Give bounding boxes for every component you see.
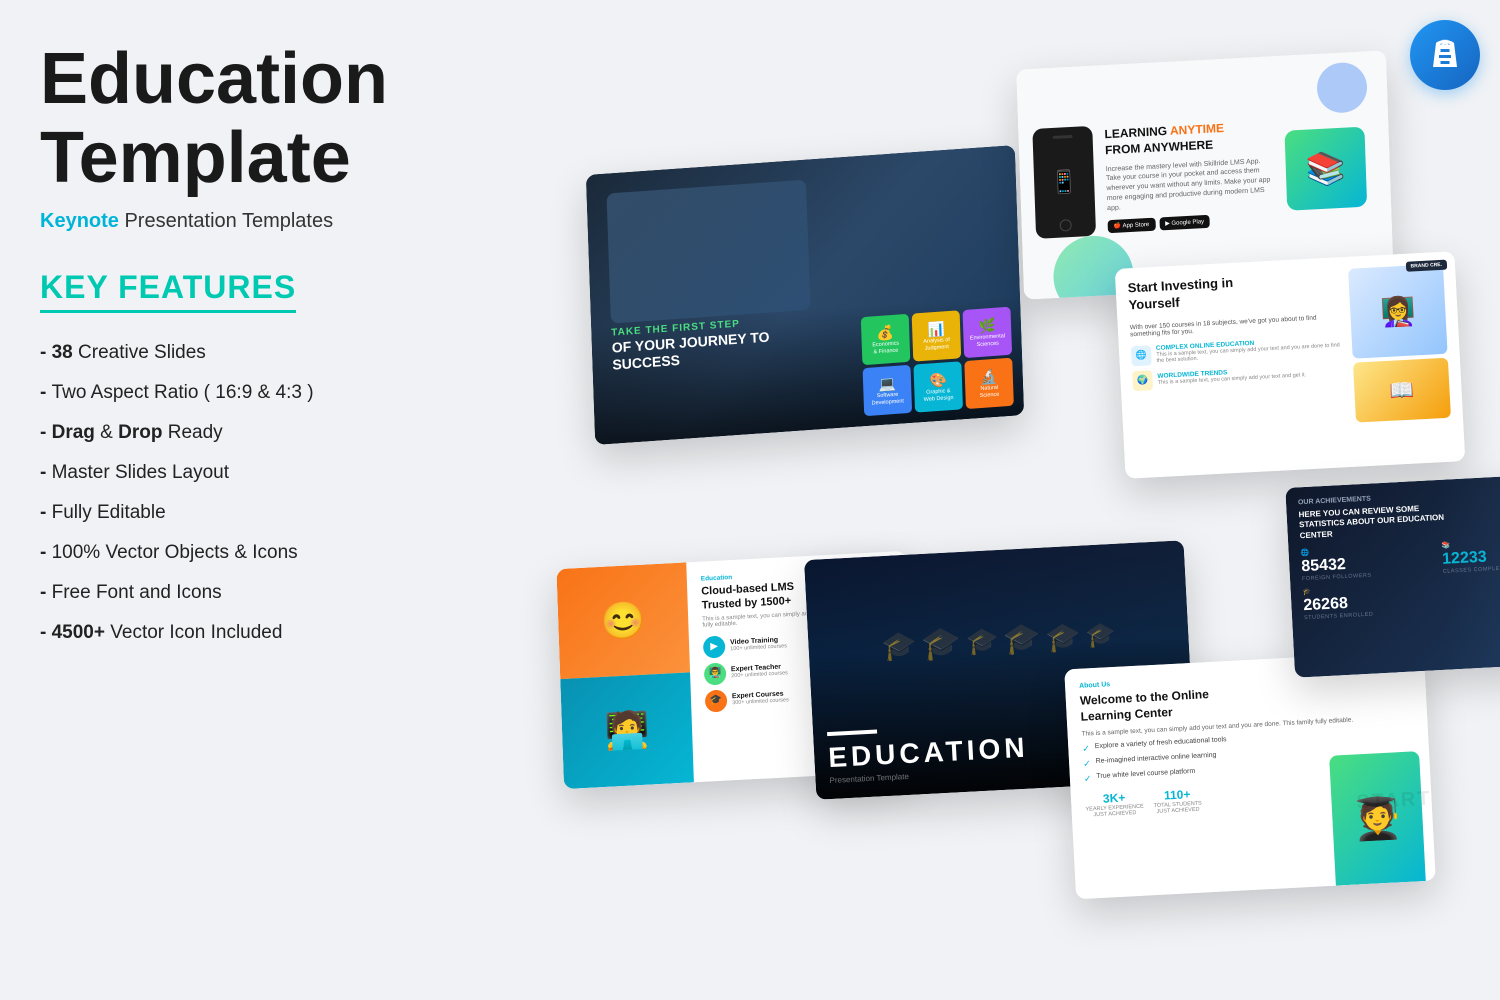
slide-1-color-boxes: 💰 Economics& Finance 📊 Analysis ofJudgme… [861,307,1014,416]
check-icon-2: ✓ [1083,759,1091,770]
subtitle-keynote: Keynote [40,210,119,232]
slide-card-1: TAKE THE FIRST STEP OF YOUR JOURNEY TO S… [586,145,1024,445]
slide-3-item-2: 🌍 WORLDWIDE TRENDS This is a sample text… [1132,360,1346,391]
slide-3-body: With over 150 courses in 18 subjects, we… [1130,313,1343,338]
slide-3-img-1: 👩‍🏫 [1348,264,1448,359]
slide-2-image-area: 📚 [1284,126,1377,211]
slide-3-icon-1: 🌐 [1131,345,1152,366]
slide-7-stat-followers: 🌐 85432 FOREIGN FOLLOWERS [1300,542,1437,582]
color-box-graphic: 🎨 Graphic &Web Design [913,361,963,412]
slide-4-label-3: Expert Courses 300+ unlimited courses [732,690,789,706]
slide-4-label-2: Expert Teacher 200+ unlimited courses [731,663,788,679]
slide-3-items: 🌐 COMPLEX ONLINE EDUCATION This is a sam… [1131,335,1346,391]
slide-6-stat-1: 3K+ YEARLY EXPERIENCEJUST ACHIEVED [1085,790,1144,819]
slides-preview-area: TAKE THE FIRST STEP OF YOUR JOURNEY TO S… [530,20,1500,980]
slide-card-6: About Us Welcome to the OnlineLearning C… [1064,651,1436,900]
feature-6: 100% Vector Objects & Icons [40,533,460,573]
slide-3-inner: Start Investing inYourself With over 150… [1115,251,1466,479]
slide-2-app-buttons: 🍎 App Store ▶ Google Play [1108,211,1276,233]
app-store-btn: 🍎 App Store [1108,217,1156,232]
slide-6-inner: About Us Welcome to the OnlineLearning C… [1064,651,1436,900]
color-box-analysis: 📊 Analysis ofJudgment [912,310,962,361]
feature-7: Free Font and Icons [40,573,460,613]
stat-2-label: TOTAL STUDENTSJUST ACHIEVED [1154,801,1203,816]
check-icon-1: ✓ [1082,744,1090,755]
slide-6-star-text: START [1356,788,1432,815]
slide-1-inner: TAKE THE FIRST STEP OF YOUR JOURNEY TO S… [586,145,1024,445]
slide-4-img-top: 😊 [556,562,690,679]
color-box-economics: 💰 Economics& Finance [861,314,911,365]
slide-3-brand-badge: BRAND CRE. [1405,260,1447,272]
keynote-app-icon [1410,20,1480,90]
slide-3-layout: Start Investing inYourself With over 150… [1127,264,1451,434]
slide-7-overlay [1435,472,1500,670]
slide-3-icon-2: 🌍 [1132,370,1153,391]
slide-4-icon-2: 👨‍🏫 [704,662,727,685]
subtitle: Keynote Presentation Templates [40,210,460,233]
slide-3-content: Start Investing inYourself With over 150… [1127,269,1348,434]
slide-6-person-image: 🧑‍🎓 [1329,751,1426,886]
slide-4-left-images: 😊 🧑‍💻 [556,562,694,789]
slide-3-label-1: COMPLEX ONLINE EDUCATION This is a sampl… [1156,335,1345,364]
feature-8: 4500+ Vector Icon Included [40,613,460,653]
slide-4-label-1: Video Training 100+ unlimited courses [730,636,787,652]
slide-4-icon-1: ▶ [703,635,726,658]
check-icon-3: ✓ [1084,773,1092,784]
slide-6-feature-1-text: Explore a variety of fresh educational t… [1095,736,1227,750]
slide-3-heading: Start Investing inYourself [1127,269,1341,314]
slide-6-feature-2-text: Re-imagined interactive online learning [1095,752,1216,765]
slide-4-img-bot: 🧑‍💻 [560,672,694,789]
feature-1: 38 Creative Slides [40,333,460,373]
slide-5-content: EDUCATION Presentation Template [827,722,1030,785]
stat-1-label: YEARLY EXPERIENCEJUST ACHIEVED [1085,804,1144,819]
slide-6-feature-3-text: True white level course platform [1096,768,1195,780]
slide-2-heading: LEARNING ANYTIMEFROM ANYWHERE [1104,119,1273,159]
subtitle-rest: Presentation Templates [119,210,333,232]
left-panel: Education Template Keynote Presentation … [40,40,460,653]
slide-3-img-2: 📖 [1353,358,1451,423]
slide-2-body: Increase the mastery level with Skillrid… [1106,156,1275,214]
slide-2-text: LEARNING ANYTIMEFROM ANYWHERE Increase t… [1104,119,1275,233]
slide-card-3: Start Investing inYourself With over 150… [1115,251,1466,479]
slide-2-phone: 📱 [1032,126,1096,239]
color-box-software: 💻 SoftwareDevelopment [863,365,913,416]
feature-3: Drag & Drop Ready [40,413,460,453]
feature-4: Master Slides Layout [40,453,460,493]
slide-card-7: OUR ACHIEVEMENTS HERE YOU CAN REVIEW SOM… [1285,472,1500,677]
slide-2-circle2 [1316,61,1368,114]
key-features-heading: KEY FEATURES [40,269,296,313]
page-title: Education Template [40,40,460,198]
slide-3-images: 👩‍🏫 📖 [1348,264,1451,423]
color-box-env: 🌿 EnvironmentalSciences [963,307,1013,358]
slide-3-label-2: WORLDWIDE TRENDS This is a sample text, … [1157,365,1306,386]
slide-4-icon-3: 🎓 [705,689,728,712]
slide-7-stat-students: 🎓 26268 STUDENTS ENROLLED [1303,581,1440,621]
slide-7-inner: OUR ACHIEVEMENTS HERE YOU CAN REVIEW SOM… [1285,472,1500,677]
features-list: 38 Creative Slides Two Aspect Ratio ( 16… [40,333,460,652]
slide-6-stat-2: 110+ TOTAL STUDENTSJUST ACHIEVED [1153,787,1202,815]
color-box-extra: 🔬 NaturalScience [964,358,1014,409]
keynote-svg-icon [1427,37,1463,73]
feature-5: Fully Editable [40,493,460,533]
slide-2-content: 📱 LEARNING ANYTIMEFROM ANYWHERE Increase… [1032,111,1377,239]
google-play-btn: ▶ Google Play [1159,214,1210,230]
feature-2: Two Aspect Ratio ( 16:9 & 4:3 ) [40,373,460,413]
